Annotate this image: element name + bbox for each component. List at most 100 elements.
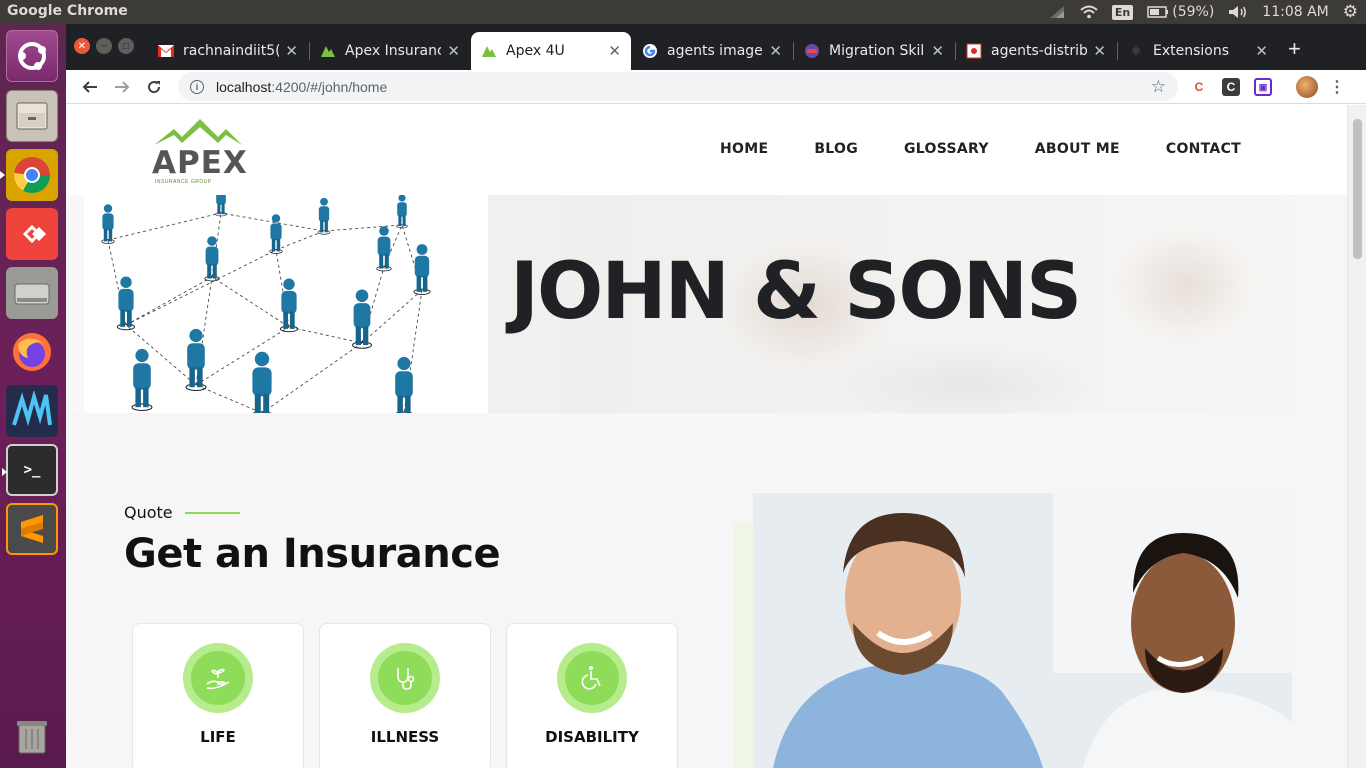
- person-figure: [269, 214, 283, 254]
- tab-agents-distrib[interactable]: agents-distrib ✕: [956, 32, 1116, 70]
- clock[interactable]: 11:08 AM: [1262, 0, 1328, 24]
- url-host: localhost: [216, 78, 272, 95]
- decorative-accent: [734, 523, 754, 768]
- nav-about-me[interactable]: ABOUT ME: [1035, 141, 1120, 157]
- person-figure: [352, 289, 372, 349]
- nav-glossary[interactable]: GLOSSARY: [904, 141, 989, 157]
- unity-launcher: >_: [0, 24, 66, 768]
- tab-migration-skill[interactable]: Migration Skil ✕: [794, 32, 954, 70]
- tab-strip: ✕ − □ rachnaindiit5( ✕ Apex Insuranc ✕ A…: [66, 24, 1366, 70]
- volume-icon[interactable]: [1228, 0, 1248, 24]
- battery-indicator[interactable]: (59%): [1147, 0, 1214, 24]
- extension-c-dark-icon[interactable]: C: [1222, 78, 1240, 96]
- insurance-card-disability[interactable]: DISABILITY: [506, 623, 678, 768]
- url-path: :4200/#/john/home: [271, 78, 388, 95]
- tab-apex-insurance[interactable]: Apex Insuranc ✕: [310, 32, 470, 70]
- section-title: Get an Insurance: [124, 531, 501, 577]
- person-figure: [185, 328, 207, 392]
- person-figure: [279, 278, 299, 333]
- person-figure: [376, 226, 392, 272]
- eyebrow-line: [184, 511, 240, 514]
- network-indicator-icon[interactable]: [1048, 0, 1066, 24]
- agents-photo: [753, 493, 1292, 768]
- google-icon: [642, 43, 658, 59]
- nav-contact[interactable]: CONTACT: [1166, 141, 1241, 157]
- hero-network-illustration: (function(){ const svg = document.curren…: [84, 195, 488, 413]
- tab-close-icon[interactable]: ✕: [608, 42, 621, 60]
- back-arrow-icon: [82, 81, 97, 93]
- tab-close-icon[interactable]: ✕: [285, 42, 298, 60]
- active-app-title: Google Chrome: [7, 3, 128, 19]
- hero-banner: (function(){ const svg = document.curren…: [66, 195, 1347, 413]
- stethoscope-icon: [397, 668, 415, 690]
- reload-icon: [148, 81, 161, 94]
- person-figure: [317, 197, 331, 235]
- main-nav: HOME BLOG GLOSSARY ABOUT ME CONTACT: [720, 141, 1241, 157]
- window-minimize-button[interactable]: −: [96, 38, 112, 54]
- image-icon: [966, 43, 982, 59]
- firefox-icon[interactable]: [6, 326, 58, 378]
- anydesk-icon[interactable]: [6, 208, 58, 260]
- insurance-card-illness[interactable]: ILLNESS: [319, 623, 491, 768]
- hand-plant-icon: [206, 668, 230, 690]
- quote-section: Quote Get an Insurance LIFE ILLNESS DISA…: [66, 413, 1347, 768]
- back-button[interactable]: [78, 75, 102, 99]
- files-icon[interactable]: [6, 90, 58, 142]
- site-info-icon[interactable]: i: [190, 79, 204, 94]
- nav-home[interactable]: HOME: [720, 141, 768, 157]
- person-figure: [252, 351, 272, 413]
- extension-monitor-icon[interactable]: ▣: [1254, 78, 1272, 96]
- person-figure: [395, 356, 413, 413]
- page-scrollbar[interactable]: [1347, 105, 1366, 768]
- new-tab-button[interactable]: +: [1288, 36, 1301, 62]
- forward-arrow-icon: [115, 81, 130, 93]
- disk-drive-icon[interactable]: [6, 267, 58, 319]
- window-maximize-button[interactable]: □: [118, 38, 134, 54]
- tab-gmail[interactable]: rachnaindiit5( ✕: [148, 32, 308, 70]
- tab-close-icon[interactable]: ✕: [931, 42, 944, 60]
- tab-close-icon[interactable]: ✕: [447, 42, 460, 60]
- app-icon[interactable]: [6, 385, 58, 437]
- migration-icon: [804, 43, 820, 59]
- tab-apex-4u[interactable]: Apex 4U ✕: [471, 32, 631, 70]
- tab-extensions[interactable]: ✱ Extensions ✕: [1118, 32, 1278, 70]
- keyboard-language-indicator[interactable]: En: [1111, 0, 1134, 24]
- insurance-card-life[interactable]: LIFE: [132, 623, 304, 768]
- trash-icon[interactable]: [6, 710, 58, 762]
- apex-logo[interactable]: APEX INSURANCE GROUP: [152, 117, 247, 185]
- sublime-text-icon[interactable]: [6, 503, 58, 555]
- wheelchair-icon: [581, 666, 601, 690]
- bookmark-star-icon[interactable]: ☆: [1151, 77, 1166, 97]
- system-top-panel: Google Chrome En (59%) 11:08 AM ⚙: [0, 0, 1366, 24]
- chrome-icon[interactable]: [0, 149, 58, 201]
- tab-close-icon[interactable]: ✕: [1093, 42, 1106, 60]
- address-bar[interactable]: i localhost:4200/#/john/home ☆: [178, 72, 1178, 101]
- person-figure: [413, 244, 431, 295]
- ubuntu-dash-icon[interactable]: [6, 30, 58, 82]
- puzzle-icon: ✱: [1130, 44, 1142, 58]
- wifi-icon[interactable]: [1080, 0, 1098, 24]
- tab-close-icon[interactable]: ✕: [769, 42, 782, 60]
- browser-toolbar: i localhost:4200/#/john/home ☆ C C ▣ ⋮: [66, 70, 1366, 104]
- chrome-window: ✕ − □ rachnaindiit5( ✕ Apex Insuranc ✕ A…: [66, 24, 1366, 768]
- battery-icon: [1147, 6, 1169, 18]
- tab-agents-images[interactable]: agents images ✕: [632, 32, 792, 70]
- reload-button[interactable]: [142, 75, 166, 99]
- nav-blog[interactable]: BLOG: [814, 141, 858, 157]
- profile-avatar[interactable]: [1296, 76, 1318, 98]
- window-close-button[interactable]: ✕: [74, 38, 90, 54]
- insurance-cards: LIFE ILLNESS DISABILITY: [132, 623, 678, 768]
- page-viewport: APEX INSURANCE GROUP HOME BLOG GLOSSARY …: [66, 105, 1347, 768]
- site-header: APEX INSURANCE GROUP HOME BLOG GLOSSARY …: [66, 105, 1347, 195]
- person-figure: [131, 348, 153, 412]
- terminal-icon[interactable]: >_: [2, 444, 58, 496]
- scrollbar-thumb[interactable]: [1353, 119, 1362, 259]
- tab-close-icon[interactable]: ✕: [1255, 42, 1268, 60]
- hero-title: JOHN & SONS: [510, 247, 1082, 337]
- settings-gear-icon[interactable]: ⚙: [1343, 0, 1358, 24]
- battery-percent: (59%): [1172, 4, 1215, 20]
- chrome-menu-icon[interactable]: ⋮: [1328, 78, 1346, 96]
- forward-button[interactable]: [110, 75, 134, 99]
- extension-c-icon[interactable]: C: [1190, 78, 1208, 96]
- apex-icon: [320, 43, 336, 59]
